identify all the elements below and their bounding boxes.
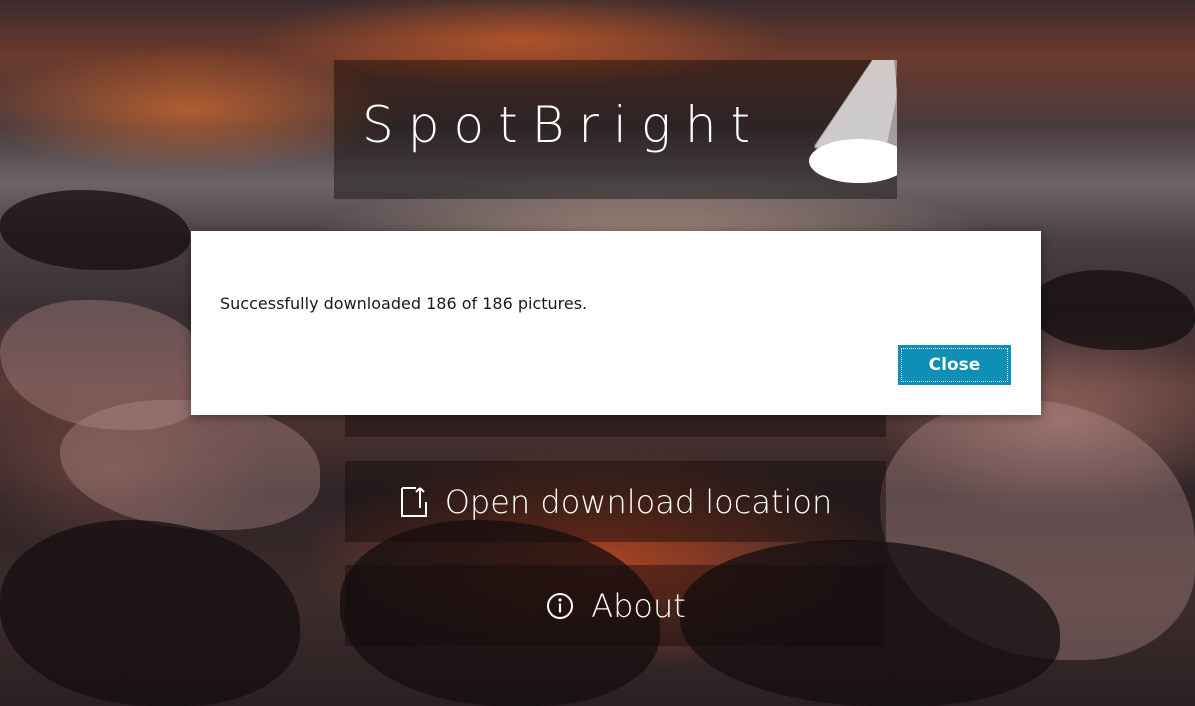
open-download-location-button[interactable]: Open download location xyxy=(345,461,886,542)
rock xyxy=(0,190,190,270)
logo-banner: SpotBright xyxy=(334,60,909,199)
spotlight-icon xyxy=(770,60,909,186)
rock xyxy=(0,520,300,706)
app-window: SpotBright Open download location About … xyxy=(0,0,1195,706)
rock xyxy=(1030,270,1195,350)
ice-block xyxy=(60,400,320,530)
dialog-message: Successfully downloaded 186 of 186 pictu… xyxy=(220,294,588,313)
download-complete-dialog: Successfully downloaded 186 of 186 pictu… xyxy=(191,231,1041,415)
info-icon xyxy=(545,590,575,622)
open-folder-icon xyxy=(399,486,429,518)
app-title: SpotBright xyxy=(362,96,765,154)
close-button[interactable]: Close xyxy=(898,345,1011,385)
about-label: About xyxy=(591,586,686,625)
open-download-location-label: Open download location xyxy=(444,482,833,521)
about-button[interactable]: About xyxy=(345,565,886,646)
